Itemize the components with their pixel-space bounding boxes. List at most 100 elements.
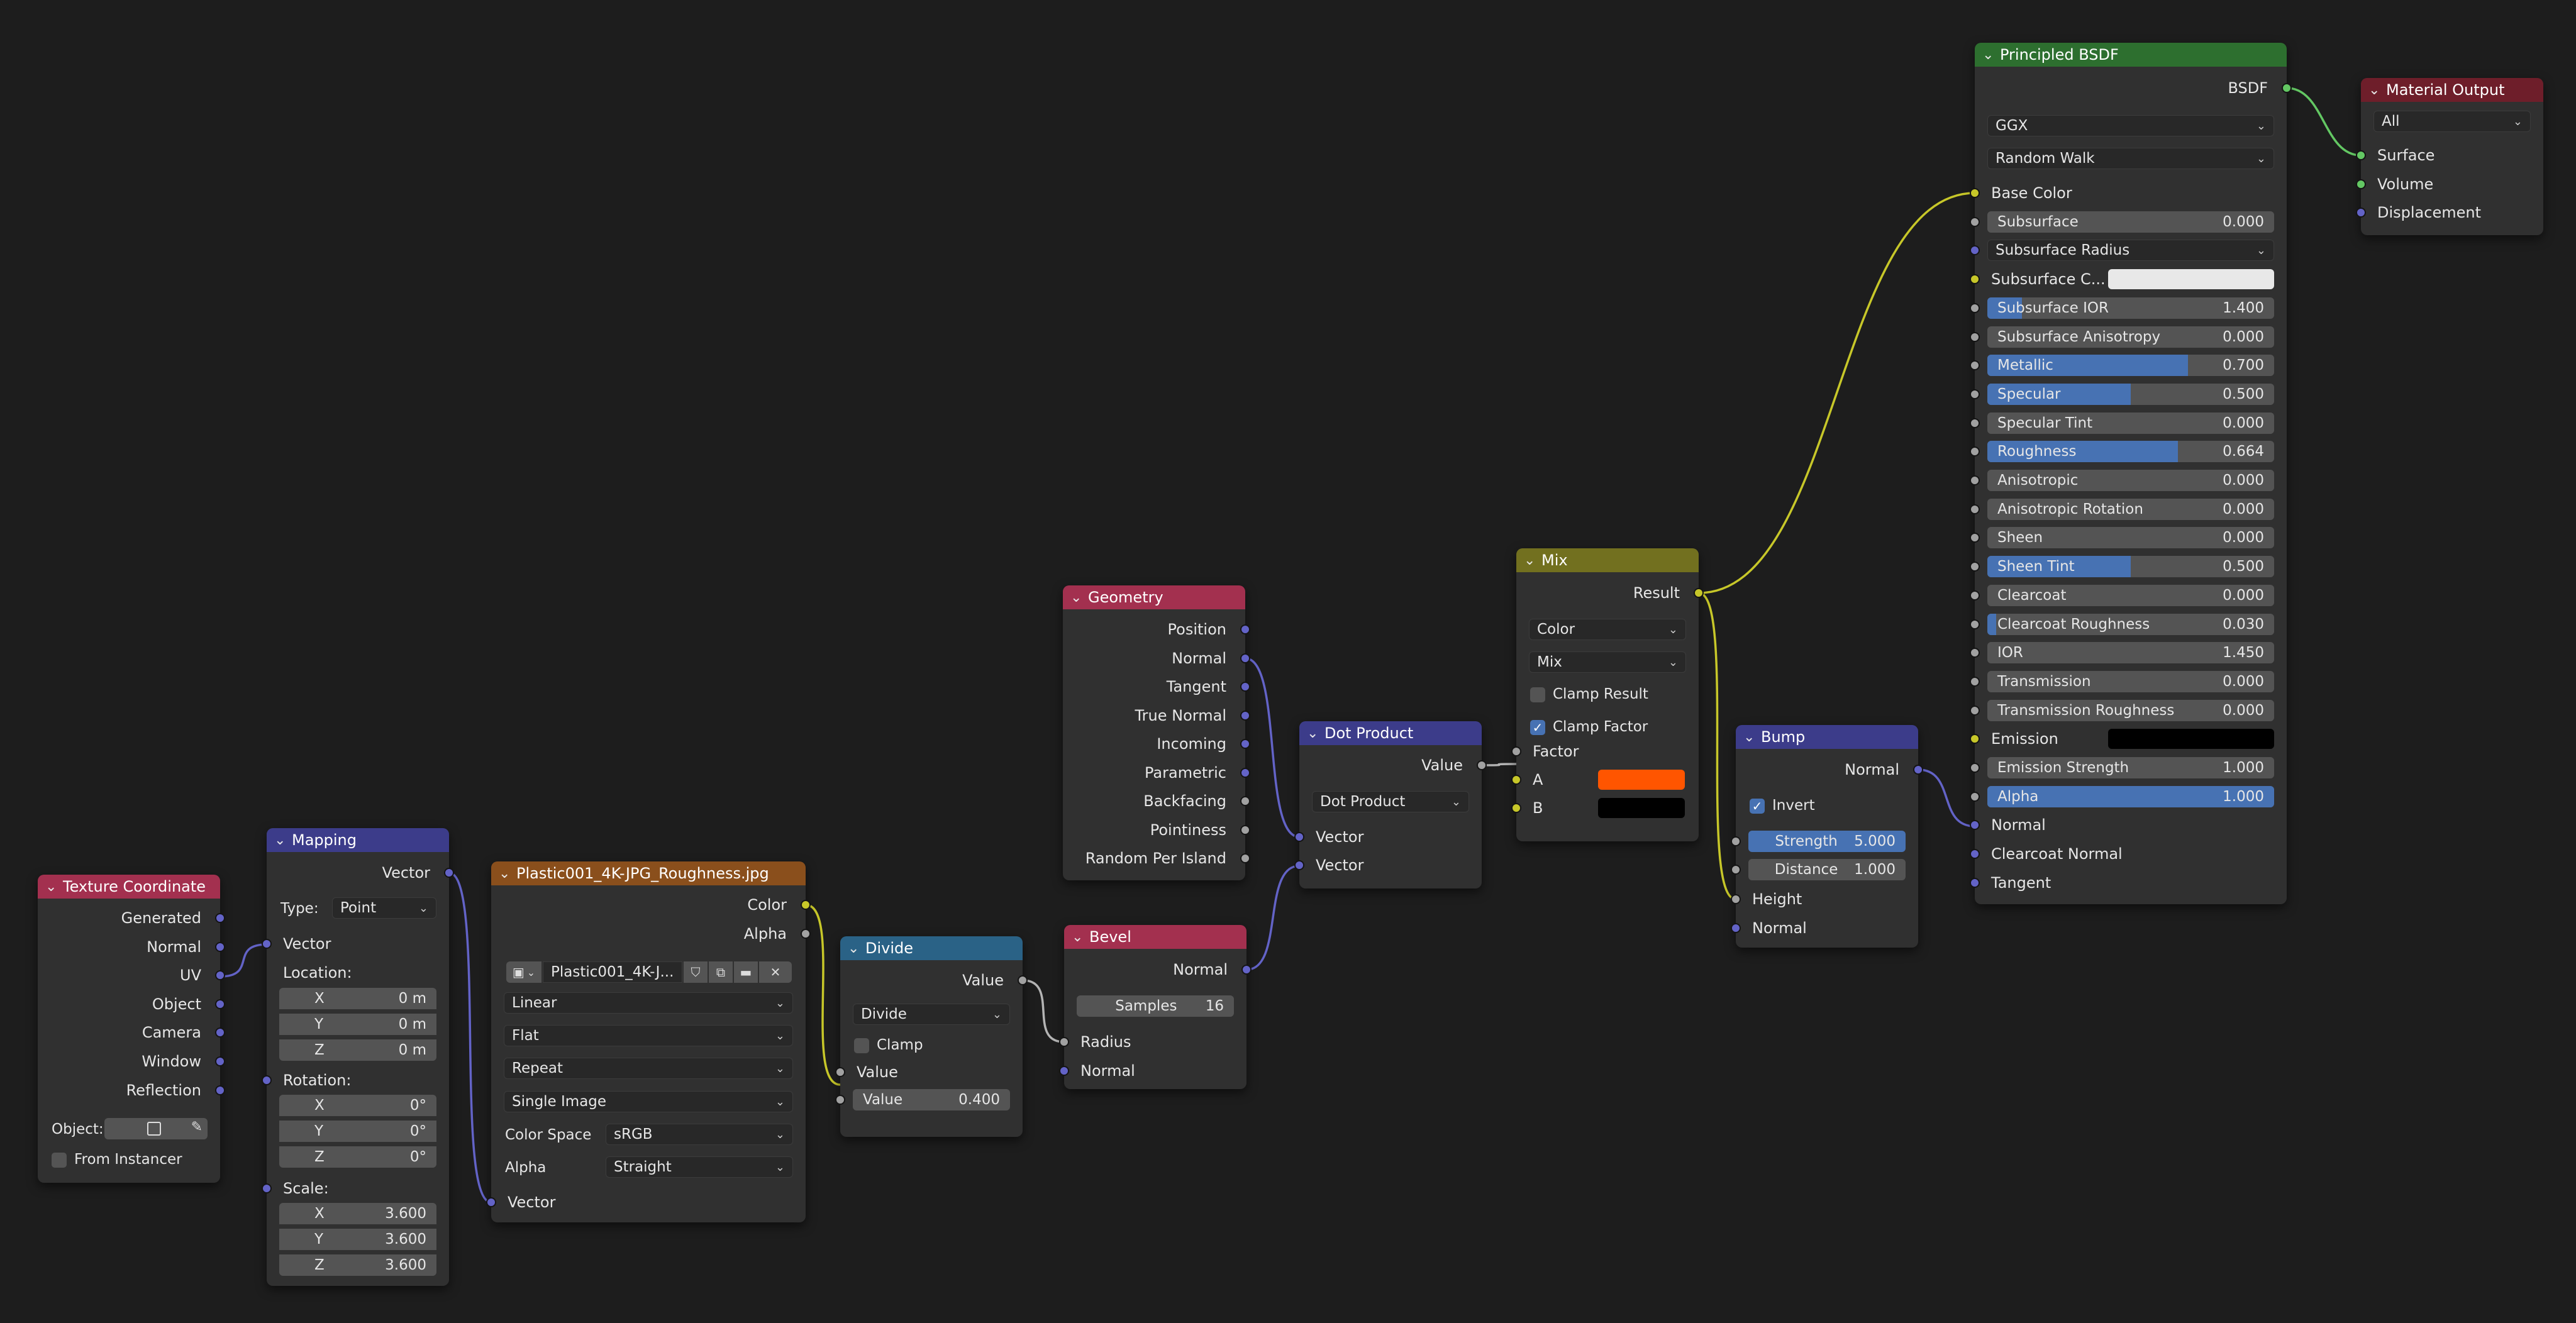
vector-socket[interactable] [444, 868, 454, 878]
vector-socket[interactable] [1240, 653, 1250, 663]
vector-socket[interactable] [1913, 765, 1923, 775]
clamp-result-checkbox[interactable]: Clamp Result [1530, 686, 1648, 702]
chevron-down-icon[interactable]: ⌄ [1982, 47, 2000, 63]
color-socket[interactable] [1511, 775, 1521, 785]
vector-socket[interactable] [1240, 682, 1250, 692]
float-socket[interactable] [1018, 975, 1028, 985]
from-instancer-checkbox[interactable]: From Instancer [52, 1151, 182, 1168]
shader-socket[interactable] [2356, 179, 2366, 189]
eyedropper-icon[interactable]: ✎ [191, 1119, 203, 1135]
vector-socket[interactable] [262, 1075, 272, 1085]
color-socket[interactable] [801, 900, 811, 910]
float-socket[interactable] [1970, 676, 1980, 687]
float-socket[interactable] [1059, 1037, 1069, 1047]
node-dot-product[interactable]: ⌄ Dot Product Value Dot Product ⌄ Vector V… [1294, 721, 1487, 888]
float-socket[interactable] [1731, 836, 1741, 846]
chevron-down-icon[interactable]: ⌄ [1070, 590, 1088, 606]
node-header[interactable]: ⌄ Mapping [267, 828, 449, 852]
image-browse-button[interactable]: ▣ ⌄ [506, 961, 541, 983]
bsdf-field[interactable]: Subsurface IOR 1.400 [1987, 297, 2274, 319]
render-target-dropdown[interactable]: All ⌄ [2373, 111, 2531, 132]
vector-socket[interactable] [1731, 923, 1741, 933]
shader-socket[interactable] [2356, 150, 2366, 160]
vector-socket[interactable] [215, 913, 225, 923]
node-header[interactable]: ⌄ Bump [1736, 725, 1918, 749]
vector-socket[interactable] [1970, 877, 1980, 888]
node-header[interactable]: ⌄ Principled BSDF [1975, 43, 2287, 67]
float-socket[interactable] [1970, 360, 1980, 371]
float-socket[interactable] [1970, 562, 1980, 572]
float-socket[interactable] [801, 929, 811, 939]
bsdf-field[interactable]: Metallic 0.700 [1987, 355, 2274, 377]
mapping-scl-x-field[interactable]: X 3.600 [279, 1203, 436, 1224]
open-folder-icon[interactable]: ▬ [734, 961, 758, 983]
vector-socket[interactable] [1970, 245, 1980, 256]
float-socket[interactable] [1970, 302, 1980, 313]
blend-mode-dropdown[interactable]: Mix ⌄ [1529, 651, 1686, 673]
vector-socket[interactable] [1241, 965, 1252, 975]
vector-socket[interactable] [486, 1197, 496, 1207]
node-bevel[interactable]: ⌄ Bevel Normal Samples 16 Radius Normal [1059, 925, 1252, 1089]
float-socket[interactable] [1970, 533, 1980, 543]
vector-socket[interactable] [1294, 832, 1304, 842]
float-socket[interactable] [1970, 791, 1980, 802]
node-header[interactable]: ⌄ Plastic001_4K-JPG_Roughness.jpg [491, 861, 806, 885]
subsurface-method-dropdown[interactable]: Random Walk ⌄ [1987, 148, 2274, 169]
vector-socket[interactable] [1240, 767, 1250, 778]
mapping-rot-y-field[interactable]: Y 0° [279, 1121, 436, 1142]
vector-socket[interactable] [1294, 860, 1304, 870]
distribution-dropdown[interactable]: GGX ⌄ [1987, 115, 2274, 136]
float-socket[interactable] [1970, 331, 1980, 342]
bsdf-field[interactable]: Alpha 1.000 [1987, 785, 2274, 807]
float-socket[interactable] [1970, 446, 1980, 457]
float-socket[interactable] [835, 1067, 845, 1077]
math-operation-dropdown[interactable]: Divide ⌄ [853, 1004, 1010, 1025]
image-name-field[interactable]: Plastic001_4K-J... [543, 961, 682, 983]
float-socket[interactable] [1970, 705, 1980, 716]
vector-socket[interactable] [1970, 820, 1980, 831]
vector-socket[interactable] [1059, 1066, 1069, 1076]
color-socket[interactable] [1970, 274, 1980, 285]
vector-socket[interactable] [262, 1183, 272, 1193]
float-socket[interactable] [1240, 824, 1250, 835]
bsdf-field[interactable]: Specular 0.500 [1987, 383, 2274, 405]
float-socket[interactable] [1970, 418, 1980, 428]
node-principled-bsdf[interactable]: ⌄ Principled BSDF BSDF GGX ⌄ Random Walk ⌄ … [1970, 43, 2292, 904]
samples-field[interactable]: Samples 16 [1077, 995, 1234, 1017]
vector-socket[interactable] [215, 1085, 225, 1095]
float-socket[interactable] [1477, 760, 1487, 770]
node-header[interactable]: ⌄ Mix [1516, 548, 1699, 572]
mapping-loc-z-field[interactable]: Z 0 m [279, 1039, 436, 1061]
color-swatch-a[interactable] [1598, 770, 1685, 790]
color-socket[interactable] [1970, 734, 1980, 745]
mapping-loc-x-field[interactable]: X 0 m [279, 988, 436, 1009]
float-socket[interactable] [1970, 475, 1980, 485]
float-socket[interactable] [1731, 894, 1741, 904]
vector-socket[interactable] [262, 939, 272, 949]
node-mapping[interactable]: ⌄ Mapping Vector Type: Point ⌄ Vector Loca… [262, 828, 454, 1286]
float-socket[interactable] [1970, 389, 1980, 399]
chevron-down-icon[interactable]: ⌄ [848, 941, 865, 956]
float-socket[interactable] [1970, 619, 1980, 629]
node-geometry[interactable]: ⌄ Geometry Position Normal Tangent True Norm… [1063, 585, 1250, 880]
bsdf-field[interactable]: Clearcoat 0.000 [1987, 584, 2274, 606]
node-header[interactable]: ⌄ Material Output [2361, 78, 2543, 102]
node-image-texture[interactable]: ⌄ Plastic001_4K-JPG_Roughness.jpg Color A… [486, 861, 811, 1222]
bsdf-field[interactable]: Emission Strength 1.000 [1987, 757, 2274, 778]
clamp-factor-checkbox[interactable]: ✓ Clamp Factor [1530, 719, 1648, 735]
float-socket[interactable] [1240, 853, 1250, 863]
chevron-down-icon[interactable]: ⌄ [1072, 929, 1089, 945]
clamp-checkbox[interactable]: Clamp [854, 1037, 923, 1053]
emission-color-swatch[interactable] [2108, 729, 2274, 750]
vector-socket[interactable] [215, 1056, 225, 1066]
vector-socket[interactable] [215, 970, 225, 981]
node-texture-coordinate[interactable]: ⌄ Texture Coordinate Generated Normal UV Obj… [38, 875, 225, 1183]
chevron-down-icon[interactable]: ⌄ [1307, 726, 1324, 741]
node-divide[interactable]: ⌄ Divide Value Divide ⌄ Clamp Value Value 0… [835, 936, 1028, 1137]
strength-field[interactable]: Strength 5.000 [1748, 831, 1906, 852]
node-header[interactable]: ⌄ Texture Coordinate [38, 875, 220, 899]
vector-socket[interactable] [215, 941, 225, 952]
bsdf-field[interactable]: Anisotropic 0.000 [1987, 470, 2274, 491]
bsdf-field[interactable]: Clearcoat Roughness 0.030 [1987, 613, 2274, 635]
chevron-down-icon[interactable]: ⌄ [45, 879, 63, 895]
